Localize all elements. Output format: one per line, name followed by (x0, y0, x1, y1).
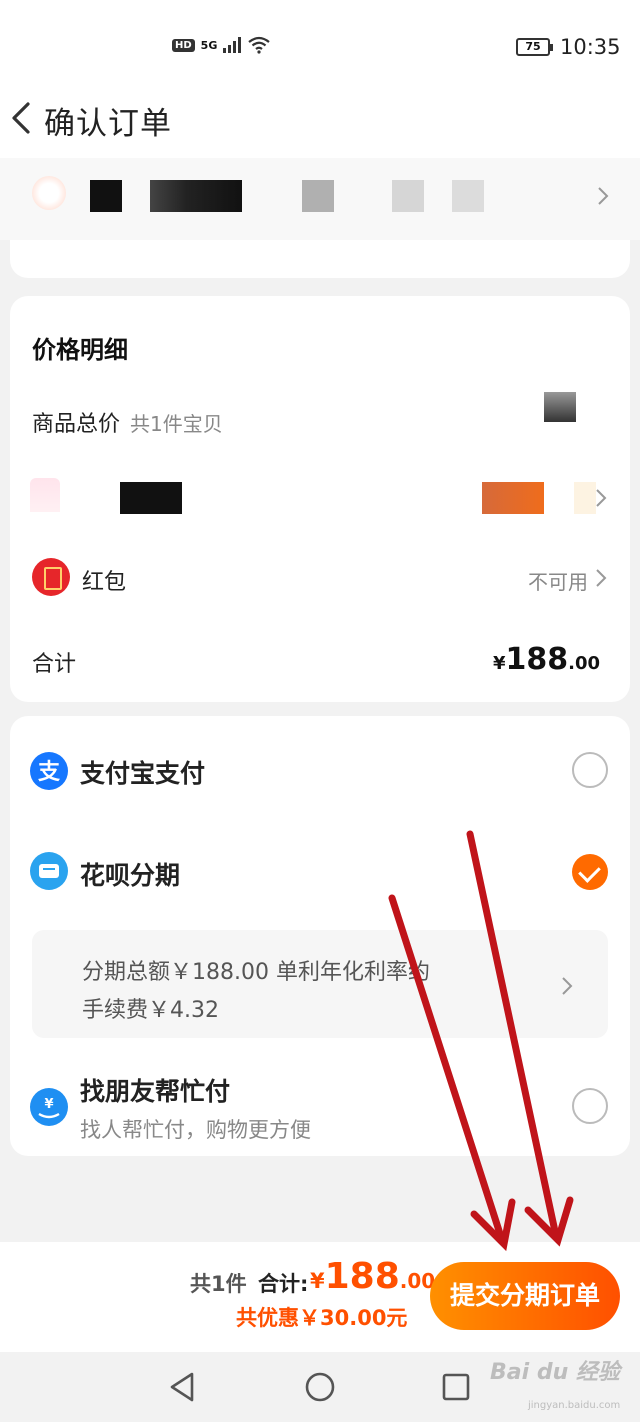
alipay-radio[interactable] (572, 752, 608, 788)
goods-count: 共1件宝贝 (130, 412, 223, 436)
signal-icon (223, 37, 242, 53)
obscured-row[interactable] (0, 158, 640, 240)
network-type: 5G (200, 38, 218, 52)
nav-back-icon[interactable] (166, 1370, 200, 1404)
redacted-block (452, 180, 484, 212)
redacted-block (120, 482, 182, 514)
chevron-right-icon[interactable] (594, 568, 608, 588)
svg-text:支: 支 (38, 760, 61, 785)
currency-symbol: ¥ (310, 1269, 325, 1293)
redacted-block (544, 392, 576, 422)
huabei-label[interactable]: 花呗分期 (80, 856, 180, 892)
huabei-icon (30, 852, 68, 890)
redpacket-label: 红包 (82, 570, 127, 595)
redacted-block (150, 180, 242, 212)
total-int: 188 (505, 642, 569, 677)
alipay-icon: 支 (30, 752, 68, 790)
avatar (32, 176, 66, 210)
chevron-right-icon (562, 977, 573, 995)
friend-pay-sub: 找人帮忙付，购物更方便 (80, 1118, 311, 1142)
installment-fee: 手续费￥4.32 (82, 998, 219, 1023)
installment-detail[interactable]: 分期总额￥188.00 单利年化利率约 手续费￥4.32 (32, 930, 608, 1038)
status-icons: HD 5G (172, 36, 271, 54)
watermark-logo: Bai du 经验 (490, 1360, 620, 1385)
alipay-label[interactable]: 支付宝支付 (80, 754, 205, 790)
redacted-block (392, 180, 424, 212)
page-header: 确认订单 (0, 80, 640, 158)
friend-pay-label[interactable]: 找朋友帮忙付 (80, 1072, 230, 1108)
order-item-card[interactable] (0, 158, 640, 278)
bottom-total-label: 合计: (258, 1272, 309, 1296)
goods-total-label: 商品总价 (32, 412, 121, 437)
redacted-block (482, 482, 544, 514)
installment-total: 分期总额￥188.00 单利年化利率约 (82, 960, 430, 985)
submit-installment-order-button[interactable]: 提交分期订单 (430, 1262, 620, 1330)
bottom-action-bar: 共1件 合计: ¥188.00 共优惠￥30.00元 提交分期订单 (0, 1242, 640, 1352)
friend-pay-icon: ¥ (30, 1088, 68, 1126)
hd-badge: HD (172, 38, 195, 52)
wifi-icon (248, 36, 271, 54)
friend-pay-radio[interactable] (572, 1088, 608, 1124)
price-details-card: 价格明细 商品总价 共1件宝贝 红包 不可用 合计 ¥188.00 (10, 296, 630, 702)
redacted-block (302, 180, 334, 212)
price-details-title: 价格明细 (32, 336, 128, 364)
amount-int: 188 (324, 1256, 400, 1297)
chevron-right-icon[interactable] (594, 488, 608, 508)
huabei-radio-checked[interactable] (572, 854, 608, 890)
red-packet-icon (32, 558, 70, 596)
page-title: 确认订单 (44, 106, 172, 142)
payment-methods-card: 支 支付宝支付 花呗分期 分期总额￥188.00 单利年化利率约 手续费￥4.3… (10, 716, 630, 1156)
clock: 10:35 (560, 35, 621, 59)
chevron-right-icon (598, 187, 609, 205)
currency-symbol: ¥ (492, 653, 506, 674)
item-count: 共1件 (190, 1272, 247, 1296)
redacted-block (90, 180, 122, 212)
total-dec: .00 (568, 653, 600, 674)
total-label: 合计 (32, 652, 77, 677)
svg-text:¥: ¥ (44, 1097, 53, 1112)
back-arrow-icon[interactable] (8, 98, 34, 138)
discount-text: 共优惠￥30.00元 (236, 1306, 408, 1330)
redacted-block (574, 482, 596, 514)
status-bar: HD 5G 75 10:35 (0, 0, 640, 80)
battery-icon: 75 (516, 38, 553, 56)
redpacket-status[interactable]: 不可用 (528, 566, 588, 595)
nav-home-icon[interactable] (303, 1370, 337, 1404)
watermark-url: jingyan.baidu.com (528, 1400, 621, 1411)
redacted-block (30, 478, 60, 512)
goods-total-row: 商品总价 共1件宝贝 (32, 406, 223, 438)
nav-recents-icon[interactable] (439, 1370, 473, 1404)
bottom-total-amount: ¥188.00 (310, 1256, 435, 1297)
total-amount: ¥188.00 (493, 642, 600, 677)
